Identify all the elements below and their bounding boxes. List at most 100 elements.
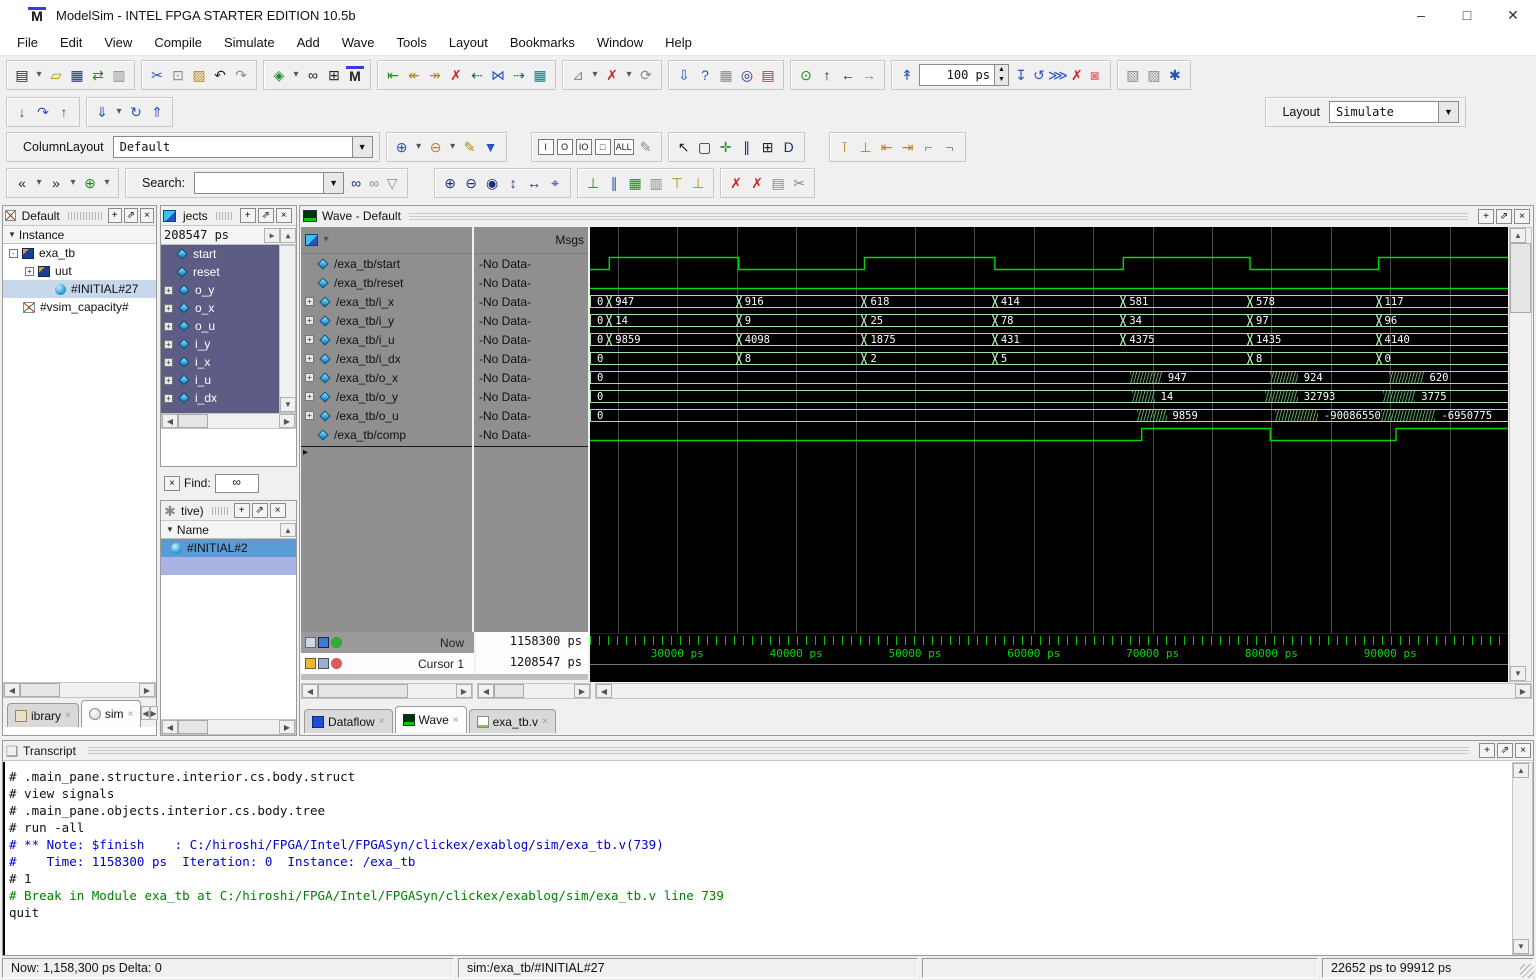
expand-icon[interactable]: + xyxy=(164,376,173,385)
zoom-area-mode-icon[interactable]: ▢ xyxy=(696,138,714,156)
tab-scroll-left-icon[interactable]: ◀ xyxy=(141,706,149,720)
add-icon[interactable]: + xyxy=(1478,209,1494,224)
wave-signal-i_dx[interactable]: +/exa_tb/i_dx xyxy=(301,349,472,368)
export-icon[interactable] xyxy=(305,637,316,648)
zoom-cursor-icon[interactable]: ↕ xyxy=(504,174,522,192)
transcript-vscrollbar[interactable]: ▲ ▼ xyxy=(1512,762,1533,955)
close-icon[interactable]: ✕ xyxy=(1490,0,1536,30)
transcript-header[interactable]: ❑ Transcript + ⇗ × xyxy=(3,741,1533,761)
select-mode-icon[interactable]: ↖ xyxy=(675,138,693,156)
close-tab-icon[interactable]: × xyxy=(542,716,548,727)
scroll-thumb[interactable] xyxy=(178,414,208,428)
objects-vscrollbar[interactable]: ▼ xyxy=(279,245,296,413)
left-arrow-icon[interactable]: ◀ xyxy=(596,684,612,698)
tab-exa-tb-v[interactable]: exa_tb.v× xyxy=(469,709,556,733)
names-hscrollbar[interactable]: ◀ ▶ xyxy=(301,683,473,699)
delete-dropdown-icon[interactable]: ▾ xyxy=(624,66,634,84)
examine-log-icon[interactable]: ◎ xyxy=(738,66,756,84)
step-into-icon[interactable]: ↓ xyxy=(13,103,31,121)
redo-icon[interactable]: ↷ xyxy=(232,66,250,84)
menu-wave[interactable]: Wave xyxy=(331,31,386,54)
cut-after-icon[interactable]: » xyxy=(47,174,65,192)
wave-signal-i_y[interactable]: +/exa_tb/i_y xyxy=(301,311,472,330)
minimize-icon[interactable]: – xyxy=(1398,0,1444,30)
up-arrow-icon[interactable]: ▲ xyxy=(280,523,296,537)
drag-grip[interactable] xyxy=(212,507,228,515)
add-cursor-icon[interactable]: ⊤ xyxy=(668,174,686,192)
tab-wave[interactable]: Wave× xyxy=(395,706,467,733)
move-right-icon[interactable]: ⇥ xyxy=(899,138,917,156)
drag-grip[interactable] xyxy=(88,747,1469,754)
expand-icon[interactable]: + xyxy=(164,358,173,367)
cut-after-dropdown-icon[interactable]: ▾ xyxy=(68,174,78,192)
resize-grip[interactable] xyxy=(1520,964,1534,978)
compile-icon[interactable]: ◈ xyxy=(270,66,288,84)
zoom-last-icon[interactable]: ⌖ xyxy=(546,174,564,192)
popout-icon[interactable]: ⇗ xyxy=(1496,209,1512,224)
run-icon[interactable]: ↧ xyxy=(1012,66,1030,84)
remove-wave-icon[interactable]: ⊖ xyxy=(427,138,445,156)
timeline-ruler[interactable]: 30000 ps40000 ps50000 ps60000 ps70000 ps… xyxy=(590,633,1508,682)
prev-transition-icon[interactable]: ⇠ xyxy=(468,66,486,84)
left-arrow-icon[interactable]: ◀ xyxy=(302,684,318,698)
close-icon[interactable]: × xyxy=(276,208,292,223)
maximize-icon[interactable]: □ xyxy=(1444,0,1490,30)
add-icon[interactable]: + xyxy=(234,503,250,518)
expand-icon[interactable]: + xyxy=(305,316,314,325)
name-column-header[interactable]: ▼ Name ▲ xyxy=(161,521,296,539)
object-signal-i_u[interactable]: +i_u xyxy=(161,371,279,389)
edit-small-2-icon[interactable]: ¬ xyxy=(941,138,959,156)
add-wave-icon[interactable]: ⊕ xyxy=(393,138,411,156)
view-source-icon[interactable]: ▤ xyxy=(769,174,787,192)
run-until-icon[interactable]: ↻ xyxy=(127,103,145,121)
process-row--initial-2[interactable]: #INITIAL#2 xyxy=(161,539,296,557)
left-arrow-icon[interactable]: ◀ xyxy=(162,720,178,734)
find-input[interactable]: ∞ xyxy=(215,474,259,493)
drag-grip[interactable] xyxy=(216,212,234,220)
step-over-icon[interactable]: ↷ xyxy=(34,103,52,121)
find-all-icon[interactable]: ∞ xyxy=(365,174,383,192)
pan-hand-icon[interactable]: ✱ xyxy=(1166,66,1184,84)
cut-before-icon[interactable]: « xyxy=(13,174,31,192)
expand-time-icon[interactable]: ▦ xyxy=(626,174,644,192)
wave-signal-o_x[interactable]: +/exa_tb/o_x xyxy=(301,368,472,387)
expand-icon[interactable]: + xyxy=(164,304,173,313)
move-left-icon[interactable]: ⇤ xyxy=(878,138,896,156)
help-context-icon[interactable]: ? xyxy=(696,66,714,84)
left-arrow-icon[interactable]: ◀ xyxy=(4,683,20,697)
scroll-thumb[interactable] xyxy=(178,720,208,734)
insert-gap-icon[interactable]: ⊥ xyxy=(857,138,875,156)
tree-item-uut[interactable]: +uut xyxy=(3,262,156,280)
new-file-icon[interactable]: ▤ xyxy=(13,66,31,84)
pan-mode-icon[interactable]: ✛ xyxy=(717,138,735,156)
undo-icon[interactable]: ↶ xyxy=(211,66,229,84)
copy-icon[interactable]: ⊡ xyxy=(169,66,187,84)
drag-grip[interactable] xyxy=(68,212,102,220)
run-all-icon[interactable]: ⋙ xyxy=(1048,66,1068,84)
wrench-icon[interactable] xyxy=(318,658,329,669)
search-input[interactable]: ▼ xyxy=(194,172,344,194)
menu-view[interactable]: View xyxy=(93,31,143,54)
wave-track-start[interactable] xyxy=(590,254,1508,273)
collapse-icon[interactable]: - xyxy=(9,249,18,258)
tab-sim[interactable]: sim× xyxy=(81,700,142,727)
modelsim-window-icon[interactable]: M xyxy=(346,66,364,84)
expand-icon[interactable]: + xyxy=(164,322,173,331)
objects-panel-header[interactable]: jects + ⇗ × xyxy=(161,206,296,226)
menu-simulate[interactable]: Simulate xyxy=(213,31,286,54)
search-filter-icon[interactable]: ▽ xyxy=(383,174,401,192)
wave-signal-reset[interactable]: /exa_tb/reset xyxy=(301,273,472,292)
object-signal-i_y[interactable]: +i_y xyxy=(161,335,279,353)
expand-icon[interactable]: + xyxy=(305,335,314,344)
wave-track-i_u[interactable]: 0985940981875431437514354140 xyxy=(590,330,1508,349)
popout-icon[interactable]: ⇗ xyxy=(124,208,138,223)
expand-icon[interactable]: + xyxy=(305,354,314,363)
paste-icon[interactable]: ▨ xyxy=(190,66,208,84)
close-icon[interactable]: × xyxy=(270,503,286,518)
lock-icon[interactable] xyxy=(305,658,316,669)
trim-right-icon[interactable]: ✗ xyxy=(748,174,766,192)
right-arrow-icon[interactable]: ▶ xyxy=(1515,684,1531,698)
insert-range-dropdown-icon[interactable]: ▾ xyxy=(102,174,112,192)
right-arrow-icon[interactable]: ▶ xyxy=(264,228,280,243)
snip-icon[interactable]: ✂ xyxy=(790,174,808,192)
